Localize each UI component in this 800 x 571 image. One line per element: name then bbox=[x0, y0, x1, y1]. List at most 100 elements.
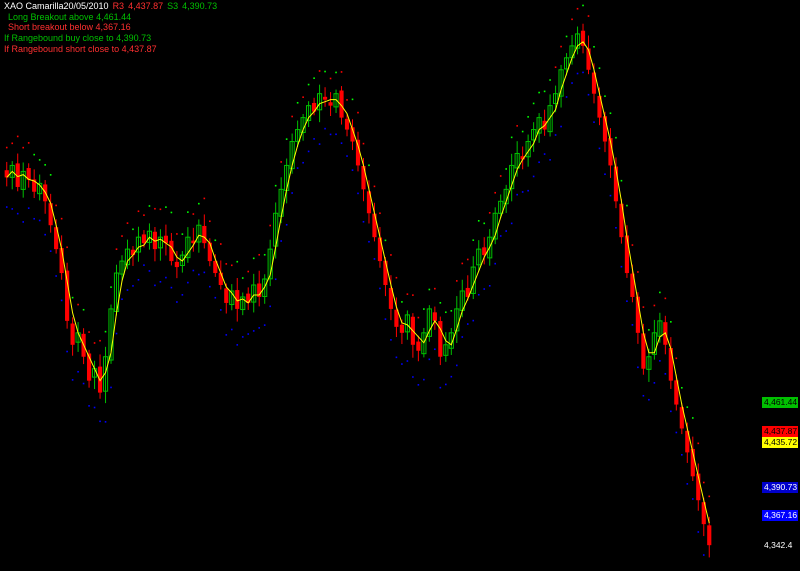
candle-body-down bbox=[322, 96, 328, 100]
lower-dot bbox=[280, 240, 282, 242]
lower-dot bbox=[576, 72, 579, 75]
lower-dot bbox=[55, 275, 57, 277]
upper-dot bbox=[631, 244, 634, 246]
upper-dot bbox=[121, 235, 123, 237]
upper-dot bbox=[483, 222, 486, 225]
lower-dot bbox=[192, 269, 195, 272]
lower-dot bbox=[44, 233, 46, 236]
upper-dot bbox=[318, 70, 321, 72]
upper-dot bbox=[466, 258, 469, 261]
lower-dot bbox=[582, 71, 584, 74]
lower-dot bbox=[659, 360, 661, 362]
upper-dot bbox=[499, 175, 502, 177]
candle-body-down bbox=[361, 165, 366, 190]
candle-body-down bbox=[399, 324, 404, 333]
upper-dot bbox=[27, 142, 30, 144]
upper-dot bbox=[368, 164, 370, 167]
lower-dot bbox=[126, 289, 129, 291]
candle-body-down bbox=[48, 203, 53, 226]
lower-dot bbox=[483, 288, 486, 290]
upper-dot bbox=[527, 116, 529, 118]
upper-dot bbox=[22, 146, 25, 149]
lower-dot bbox=[165, 276, 167, 279]
candle-body-down bbox=[174, 261, 179, 268]
upper-dot bbox=[219, 243, 222, 245]
upper-dot bbox=[395, 276, 398, 279]
moving-average-line bbox=[6, 41, 710, 524]
lower-dot bbox=[38, 219, 41, 222]
upper-dot bbox=[241, 277, 244, 279]
lower-dot bbox=[554, 134, 557, 136]
lower-dot bbox=[154, 284, 156, 287]
lower-dot bbox=[549, 159, 551, 161]
lower-dot bbox=[455, 364, 458, 367]
lower-dot bbox=[702, 554, 705, 556]
upper-dot bbox=[461, 262, 464, 265]
lower-dot bbox=[615, 226, 617, 229]
lower-dot bbox=[384, 318, 387, 320]
upper-dot bbox=[99, 339, 101, 342]
upper-dot bbox=[236, 260, 239, 263]
upper-dot bbox=[576, 7, 579, 10]
lower-dot bbox=[620, 265, 623, 268]
lower-dot bbox=[423, 378, 425, 381]
upper-dot bbox=[697, 442, 700, 445]
upper-dot bbox=[187, 211, 189, 213]
short-breakout-text: Short breakout below 4,367.16 bbox=[8, 22, 131, 32]
lower-dot bbox=[560, 125, 562, 128]
upper-dot bbox=[274, 184, 277, 187]
upper-dot bbox=[230, 264, 233, 267]
lower-dot bbox=[543, 153, 546, 155]
lower-dot bbox=[247, 333, 250, 335]
candle-body-down bbox=[141, 234, 147, 244]
lower-dot bbox=[335, 133, 337, 136]
lower-dot bbox=[203, 271, 206, 274]
upper-dot bbox=[77, 303, 79, 306]
upper-dot bbox=[307, 83, 310, 86]
upper-dot bbox=[165, 206, 167, 208]
price-label: 4,437.87 bbox=[762, 425, 798, 437]
chart-title: XAO Camarilla20/05/2010 bbox=[4, 1, 109, 11]
lower-dot bbox=[439, 386, 442, 389]
lower-dot bbox=[329, 133, 332, 136]
upper-dot bbox=[115, 248, 118, 250]
lower-dot bbox=[198, 273, 200, 276]
lower-dot bbox=[675, 431, 678, 434]
upper-dot bbox=[296, 101, 299, 104]
lower-dot bbox=[587, 93, 590, 96]
lower-dot bbox=[71, 379, 74, 381]
upper-dot bbox=[455, 280, 458, 282]
lower-dot bbox=[318, 143, 321, 145]
upper-dot bbox=[406, 293, 409, 295]
s3-value: 4,390.73 bbox=[182, 1, 218, 11]
lower-dot bbox=[181, 294, 184, 296]
lower-dot bbox=[291, 192, 293, 194]
lower-dot bbox=[110, 386, 112, 389]
lower-dot bbox=[176, 301, 178, 303]
lower-dot bbox=[340, 142, 343, 144]
upper-dot bbox=[335, 71, 337, 74]
upper-dot bbox=[439, 302, 442, 304]
lower-dot bbox=[313, 138, 315, 140]
lower-dot bbox=[143, 264, 145, 266]
upper-dot bbox=[620, 179, 623, 182]
upper-dot bbox=[346, 99, 348, 101]
lower-dot bbox=[49, 250, 52, 252]
upper-dot bbox=[593, 45, 595, 48]
lower-dot bbox=[137, 279, 140, 281]
lower-dot bbox=[60, 299, 63, 302]
upper-dot bbox=[488, 212, 491, 214]
upper-dot bbox=[143, 214, 145, 216]
lower-dot bbox=[527, 189, 529, 192]
upper-dot bbox=[82, 308, 85, 311]
candle-body-down bbox=[383, 260, 388, 285]
lower-dot bbox=[11, 208, 14, 210]
candle-body-down bbox=[372, 213, 377, 238]
upper-dot bbox=[351, 98, 354, 101]
upper-dot bbox=[675, 357, 678, 360]
lower-dot bbox=[406, 360, 409, 362]
upper-dot bbox=[702, 481, 705, 484]
lower-dot bbox=[417, 384, 420, 386]
upper-dot bbox=[340, 71, 343, 73]
lower-dot bbox=[225, 334, 228, 336]
